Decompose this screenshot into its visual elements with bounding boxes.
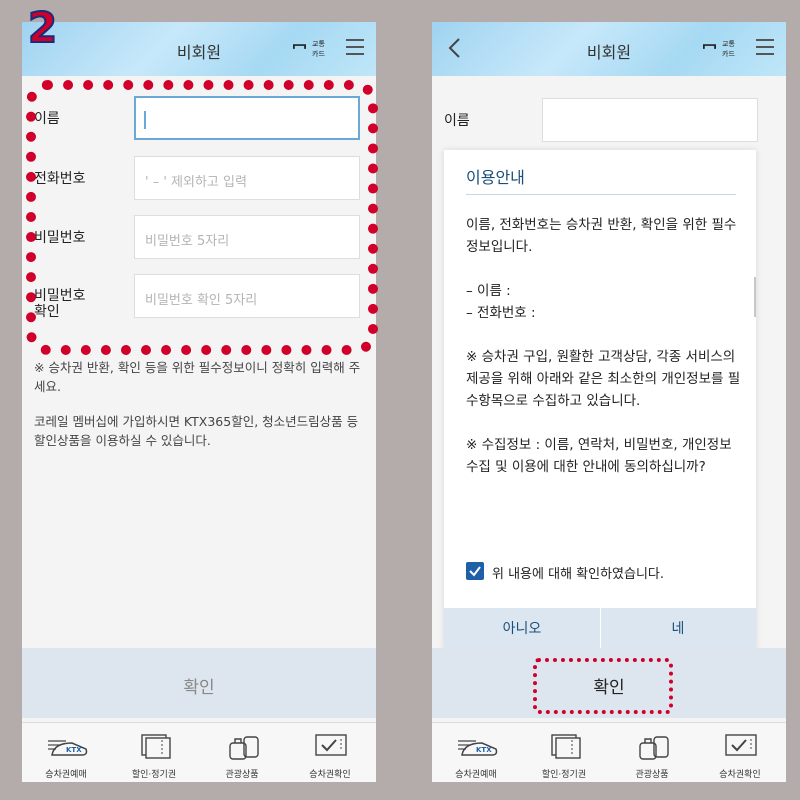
card-label-1: 교통: [722, 40, 735, 48]
tab-label: 승차권예매: [455, 770, 497, 780]
menu-icon[interactable]: [346, 39, 366, 57]
checkmark-icon: [469, 566, 481, 577]
train-icon: KTX: [458, 740, 498, 756]
tab-tour-products[interactable]: 관광상품: [608, 723, 696, 782]
tab-ticket-check[interactable]: 승차권확인: [286, 723, 374, 782]
transit-card-icon[interactable]: 冖 교통 카드: [702, 36, 742, 60]
usage-notice-dialog: 이용안내 이름, 전화번호는 승차권 반환, 확인을 위한 필수정보입니다. –…: [444, 150, 756, 650]
name-input[interactable]: [542, 98, 758, 142]
checkbox[interactable]: [466, 562, 484, 580]
bottom-tabbar: KTX 승차권예매 할인·정기권 관광상품 승차권확인: [22, 722, 376, 782]
ticket-check-icon: [725, 734, 757, 756]
tab-tour-products[interactable]: 관광상품: [198, 723, 286, 782]
header: 비회원 冖 교통 카드: [432, 22, 786, 76]
luggage-icon: [229, 736, 259, 760]
dialog-body: 이름, 전화번호는 승차권 반환, 확인을 위한 필수정보입니다. – 이름 :…: [466, 214, 746, 500]
header: 비회원 冖 교통 카드: [22, 22, 376, 76]
checkbox-label: 위 내용에 대해 확인하였습니다.: [492, 567, 665, 582]
svg-text:KTX: KTX: [476, 746, 492, 754]
menu-icon[interactable]: [756, 39, 776, 57]
tickets-icon: [551, 734, 581, 759]
svg-text:冖: 冖: [292, 39, 307, 57]
scrollbar[interactable]: [754, 277, 756, 317]
tab-label: 관광상품: [225, 770, 259, 780]
divider: [466, 194, 736, 195]
tab-label: 승차권확인: [309, 770, 351, 780]
tab-label: 승차권예매: [45, 770, 87, 780]
notice-text: ※ 승차권 반환, 확인 등을 위한 필수정보이니 정확히 입력해 주세요. 코…: [34, 358, 369, 466]
name-label: 이름: [444, 113, 470, 129]
card-label-2: 카드: [722, 49, 735, 58]
notice-required: ※ 승차권 반환, 확인 등을 위한 필수정보이니 정확히 입력해 주세요.: [34, 360, 361, 394]
ticket-check-icon: [315, 734, 347, 756]
svg-text:冖: 冖: [702, 39, 717, 57]
tab-label: 할인·정기권: [541, 770, 587, 780]
transit-card-icon[interactable]: 冖 교통 카드: [292, 36, 332, 60]
tab-label: 승차권확인: [719, 770, 761, 780]
dialog-title: 이용안내: [466, 168, 525, 187]
tab-ticket-booking[interactable]: KTX 승차권예매: [432, 723, 520, 782]
tab-ticket-check[interactable]: 승차권확인: [696, 723, 784, 782]
card-label-2: 카드: [312, 49, 325, 58]
confirm-highlight-frame: [533, 658, 673, 714]
dialog-paragraph-purpose: ※ 승차권 구입, 원활한 고객상담, 각종 서비스의 제공을 위해 아래와 같…: [466, 349, 741, 409]
dialog-paragraph-collected: ※ 수집정보 : 이름, 연락처, 비밀번호, 개인정보 수집 및 이용에 대한…: [466, 437, 732, 475]
name-row: 이름: [432, 98, 786, 144]
card-label-1: 교통: [312, 40, 325, 48]
tickets-icon: [141, 734, 171, 759]
confirm-button[interactable]: 확인: [22, 648, 376, 718]
dialog-buttons: 아니오 네: [444, 608, 756, 650]
field-phone: – 전화번호 :: [466, 305, 536, 321]
tab-discount-pass[interactable]: 할인·정기권: [520, 723, 608, 782]
tab-discount-pass[interactable]: 할인·정기권: [110, 723, 198, 782]
tab-label: 할인·정기권: [131, 770, 177, 780]
dialog-paragraph-fields: – 이름 : – 전화번호 :: [466, 280, 746, 324]
form-highlight-frame: [26, 80, 378, 355]
tab-ticket-booking[interactable]: KTX 승차권예매: [22, 723, 110, 782]
field-name: – 이름 :: [466, 283, 511, 299]
svg-text:KTX: KTX: [66, 746, 82, 754]
bottom-tabbar: KTX 승차권예매 할인·정기권 관광상품 승차권확인: [432, 722, 786, 782]
train-icon: KTX: [48, 740, 88, 756]
step-number-badge: 2: [27, 3, 58, 52]
dialog-paragraph-required: 이름, 전화번호는 승차권 반환, 확인을 위한 필수정보입니다.: [466, 217, 737, 255]
no-button[interactable]: 아니오: [444, 608, 601, 650]
tab-label: 관광상품: [635, 770, 669, 780]
confirm-label: 확인: [183, 678, 215, 698]
luggage-icon: [639, 736, 669, 760]
yes-button[interactable]: 네: [600, 608, 756, 650]
notice-membership: 코레일 멤버십에 가입하시면 KTX365할인, 청소년드림상품 등 할인상품을…: [34, 414, 359, 448]
